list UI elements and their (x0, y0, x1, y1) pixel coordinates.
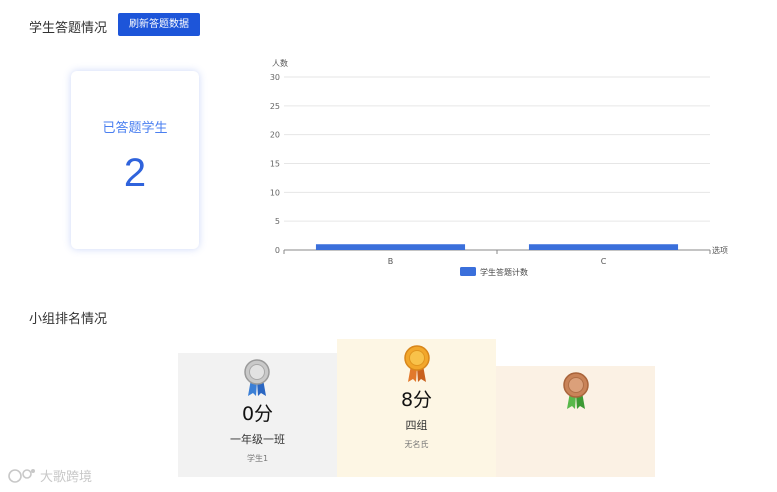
y-axis-label: 人数 (272, 58, 288, 68)
ranking-section-title: 小组排名情况 (29, 312, 108, 327)
answered-students-label: 已答题学生 (102, 121, 168, 136)
podium-group-name: 四组 (405, 419, 428, 432)
podium-first-place: 8分 四组 无名氏 (337, 339, 496, 477)
y-tick-label: 15 (270, 160, 280, 169)
bronze-medal-icon (563, 372, 589, 409)
podium-second-place: 0分 一年级一班 学生1 (178, 353, 337, 477)
y-tick-label: 25 (270, 102, 280, 111)
legend-label: 学生答题计数 (480, 267, 528, 277)
podium-score: 0分 (241, 403, 274, 425)
answered-students-card: 已答题学生 2 (71, 71, 199, 249)
gold-medal-icon (404, 345, 430, 382)
answered-students-count: 2 (123, 151, 147, 195)
y-tick-label: 20 (270, 131, 280, 140)
answer-section-title: 学生答题情况 (29, 21, 108, 36)
podium-score: 8分 (400, 389, 433, 411)
podium-group-name: 一年级一班 (230, 433, 285, 446)
x-tick-label: C (601, 257, 607, 266)
legend-swatch (460, 267, 476, 276)
watermark-text: 大歌跨境 (40, 470, 93, 485)
watermark-logo-icon (8, 469, 35, 483)
silver-medal-icon (244, 359, 270, 396)
podium-member-name: 学生1 (246, 454, 269, 463)
x-axis-label: 选项 (712, 245, 728, 255)
y-tick-label: 0 (275, 246, 280, 255)
y-tick-label: 10 (270, 188, 280, 197)
y-tick-label: 30 (270, 73, 280, 82)
y-tick-label: 5 (275, 217, 280, 226)
refresh-data-button[interactable]: 刷新答题数据 (118, 13, 200, 36)
x-tick-label: B (388, 257, 394, 266)
answer-bar-chart: 人数 0 5 10 15 20 25 30 选项 B C 学生答题计数 (270, 58, 728, 277)
podium-third-place (496, 366, 655, 477)
bar (315, 244, 466, 250)
podium-member-name: 无名氏 (404, 440, 429, 449)
bar (528, 244, 679, 250)
